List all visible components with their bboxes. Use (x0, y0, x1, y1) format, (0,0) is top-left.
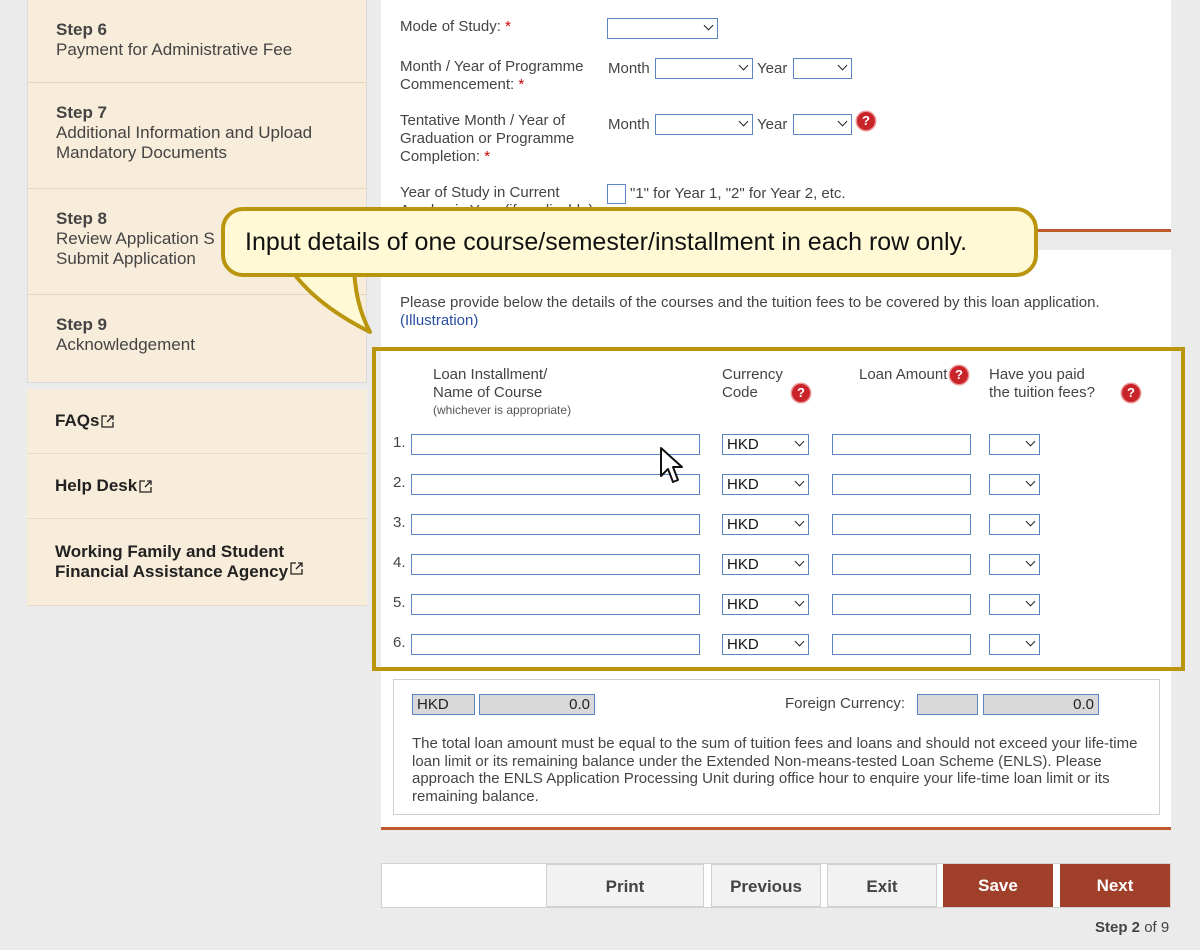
grad-month-label: Month (608, 116, 650, 133)
loan-summary: HKD 0.0 Foreign Currency: 0.0 The total … (393, 679, 1160, 815)
grad-month-select[interactable] (655, 114, 753, 135)
chevron-down-icon (837, 60, 848, 71)
year-of-study-hint: "1" for Year 1, "2" for Year 2, etc. (630, 185, 846, 202)
illustration-link[interactable]: (Illustration) (400, 312, 478, 329)
help-desk-label: Help Desk (55, 476, 138, 495)
step-number: Step 7 (56, 103, 108, 122)
grad-year-select[interactable] (793, 114, 852, 135)
step-desc: Additional Information and Upload Mandat… (56, 123, 313, 162)
step-progress: Step 2 of 9 (1095, 919, 1170, 936)
foreign-total-field: 0.0 (983, 694, 1099, 715)
step-number: Step 6 (56, 20, 108, 39)
instruction-callout: Input details of one course/semester/ins… (221, 207, 1038, 277)
exit-button[interactable]: Exit (827, 864, 937, 907)
commence-month-select[interactable] (655, 58, 753, 79)
help-desk-link[interactable]: Help Desk (27, 454, 367, 519)
chevron-down-icon (703, 20, 714, 31)
foreign-currency-code-field (917, 694, 978, 715)
loan-limit-note: The total loan amount must be equal to t… (412, 735, 1138, 805)
save-button[interactable]: Save (943, 864, 1053, 907)
sidebar-step-7[interactable]: Step 7 Additional Information and Upload… (28, 83, 366, 189)
foreign-currency-label: Foreign Currency: (785, 695, 906, 712)
sidebar-step-6[interactable]: Step 6 Payment for Administrative Fee (28, 0, 366, 83)
commence-month-label: Month (608, 60, 650, 77)
commencement-label: Month / Year of Programme Commencement: … (400, 58, 584, 93)
hkd-code-field: HKD (412, 694, 475, 715)
grad-year-label: Year (757, 116, 788, 133)
course-table-highlight (372, 347, 1185, 671)
sidebar-links: FAQs Help Desk Working Family and Studen… (27, 389, 367, 606)
faqs-label: FAQs (55, 411, 100, 430)
step-desc: Payment for Administrative Fee (56, 40, 293, 59)
step-desc: Review Application S Submit Application (56, 229, 215, 268)
previous-button[interactable]: Previous (711, 864, 821, 907)
courses-intro: Please provide below the details of the … (400, 294, 1100, 329)
commence-year-select[interactable] (793, 58, 852, 79)
help-icon[interactable]: ? (857, 112, 875, 130)
hkd-total-field: 0.0 (479, 694, 595, 715)
faqs-link[interactable]: FAQs (27, 389, 367, 454)
print-button[interactable]: Print (546, 864, 704, 907)
mode-of-study-select[interactable] (607, 18, 718, 39)
external-link-icon (101, 414, 115, 428)
mode-of-study-label: Mode of Study: * (400, 18, 511, 35)
agency-link[interactable]: Working Family and Student Financial Ass… (27, 519, 367, 606)
external-link-icon (290, 562, 303, 575)
mouse-cursor-icon (660, 447, 683, 483)
commence-year-label: Year (757, 60, 788, 77)
graduation-label: Tentative Month / Year of Graduation or … (400, 112, 575, 165)
year-of-study-label: Year of Study in Current Academic Year (… (400, 184, 598, 208)
year-of-study-input[interactable] (607, 184, 626, 204)
chevron-down-icon (837, 116, 848, 127)
agency-label: Working Family and Student Financial Ass… (55, 542, 305, 582)
external-link-icon (139, 479, 152, 493)
chevron-down-icon (738, 116, 749, 127)
chevron-down-icon (738, 60, 749, 71)
next-button[interactable]: Next (1060, 864, 1170, 907)
